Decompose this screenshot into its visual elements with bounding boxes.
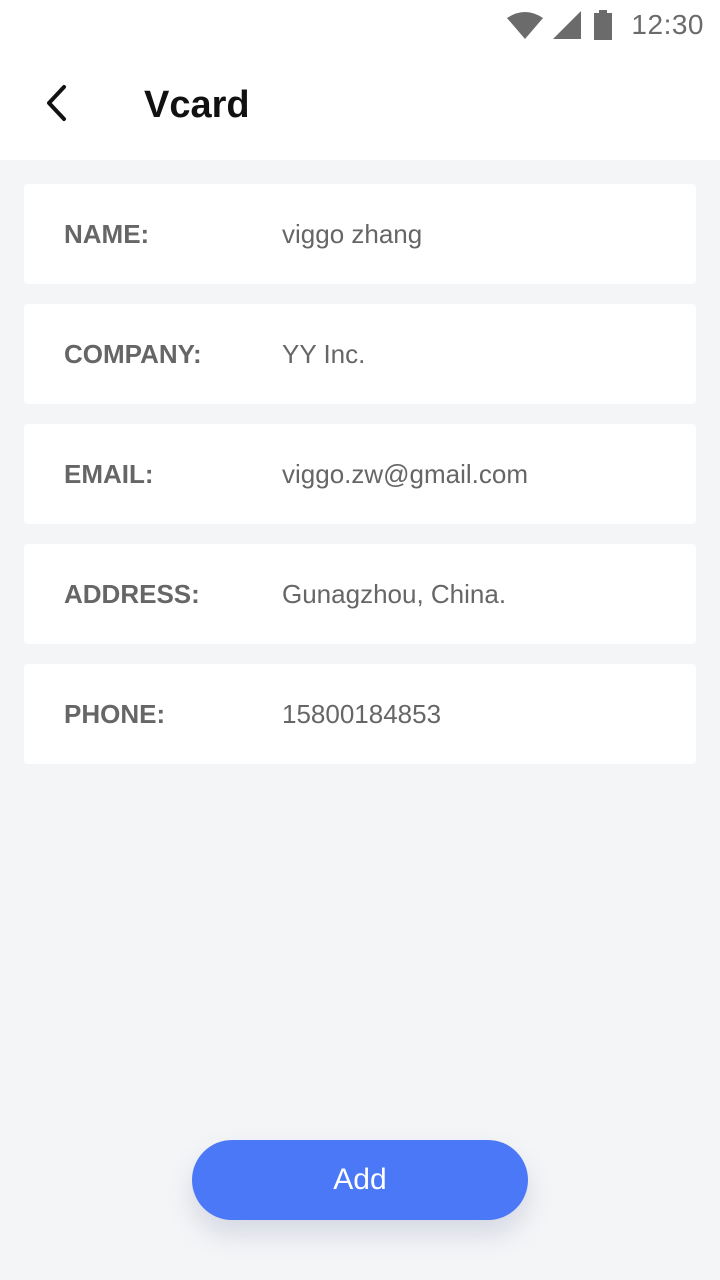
field-value: viggo.zw@gmail.com [282,458,529,489]
vcard-fields: NAME: viggo zhang COMPANY: YY Inc. EMAIL… [24,184,696,764]
field-label: COMPANY: [64,338,202,369]
field-label: NAME: [64,218,150,249]
vcard-screen: 12:30 Vcard NAME: viggo zhang COMPANY: Y… [0,0,720,1280]
field-row-name: NAME: viggo zhang [24,184,696,284]
signal-icon [553,11,583,39]
chevron-left-icon [42,83,70,128]
field-label: EMAIL: [64,458,154,489]
wifi-icon [507,11,544,39]
back-button[interactable] [26,75,86,135]
page-title: Vcard [144,83,250,126]
field-label: ADDRESS: [64,578,200,609]
app-bar: Vcard [0,50,720,160]
field-value: Gunagzhou, China. [282,578,507,609]
battery-icon [593,10,613,40]
field-value: YY Inc. [282,338,366,369]
field-row-email: EMAIL: viggo.zw@gmail.com [24,424,696,524]
status-icons: 12:30 [507,9,704,41]
field-row-address: ADDRESS: Gunagzhou, China. [24,544,696,644]
field-value: 15800184853 [282,698,442,729]
status-bar: 12:30 [0,0,720,50]
add-button[interactable]: Add [192,1140,528,1220]
status-time: 12:30 [631,9,704,40]
field-label: PHONE: [64,698,166,729]
field-row-company: COMPANY: YY Inc. [24,304,696,404]
field-row-phone: PHONE: 15800184853 [24,664,696,764]
field-value: viggo zhang [282,218,423,249]
